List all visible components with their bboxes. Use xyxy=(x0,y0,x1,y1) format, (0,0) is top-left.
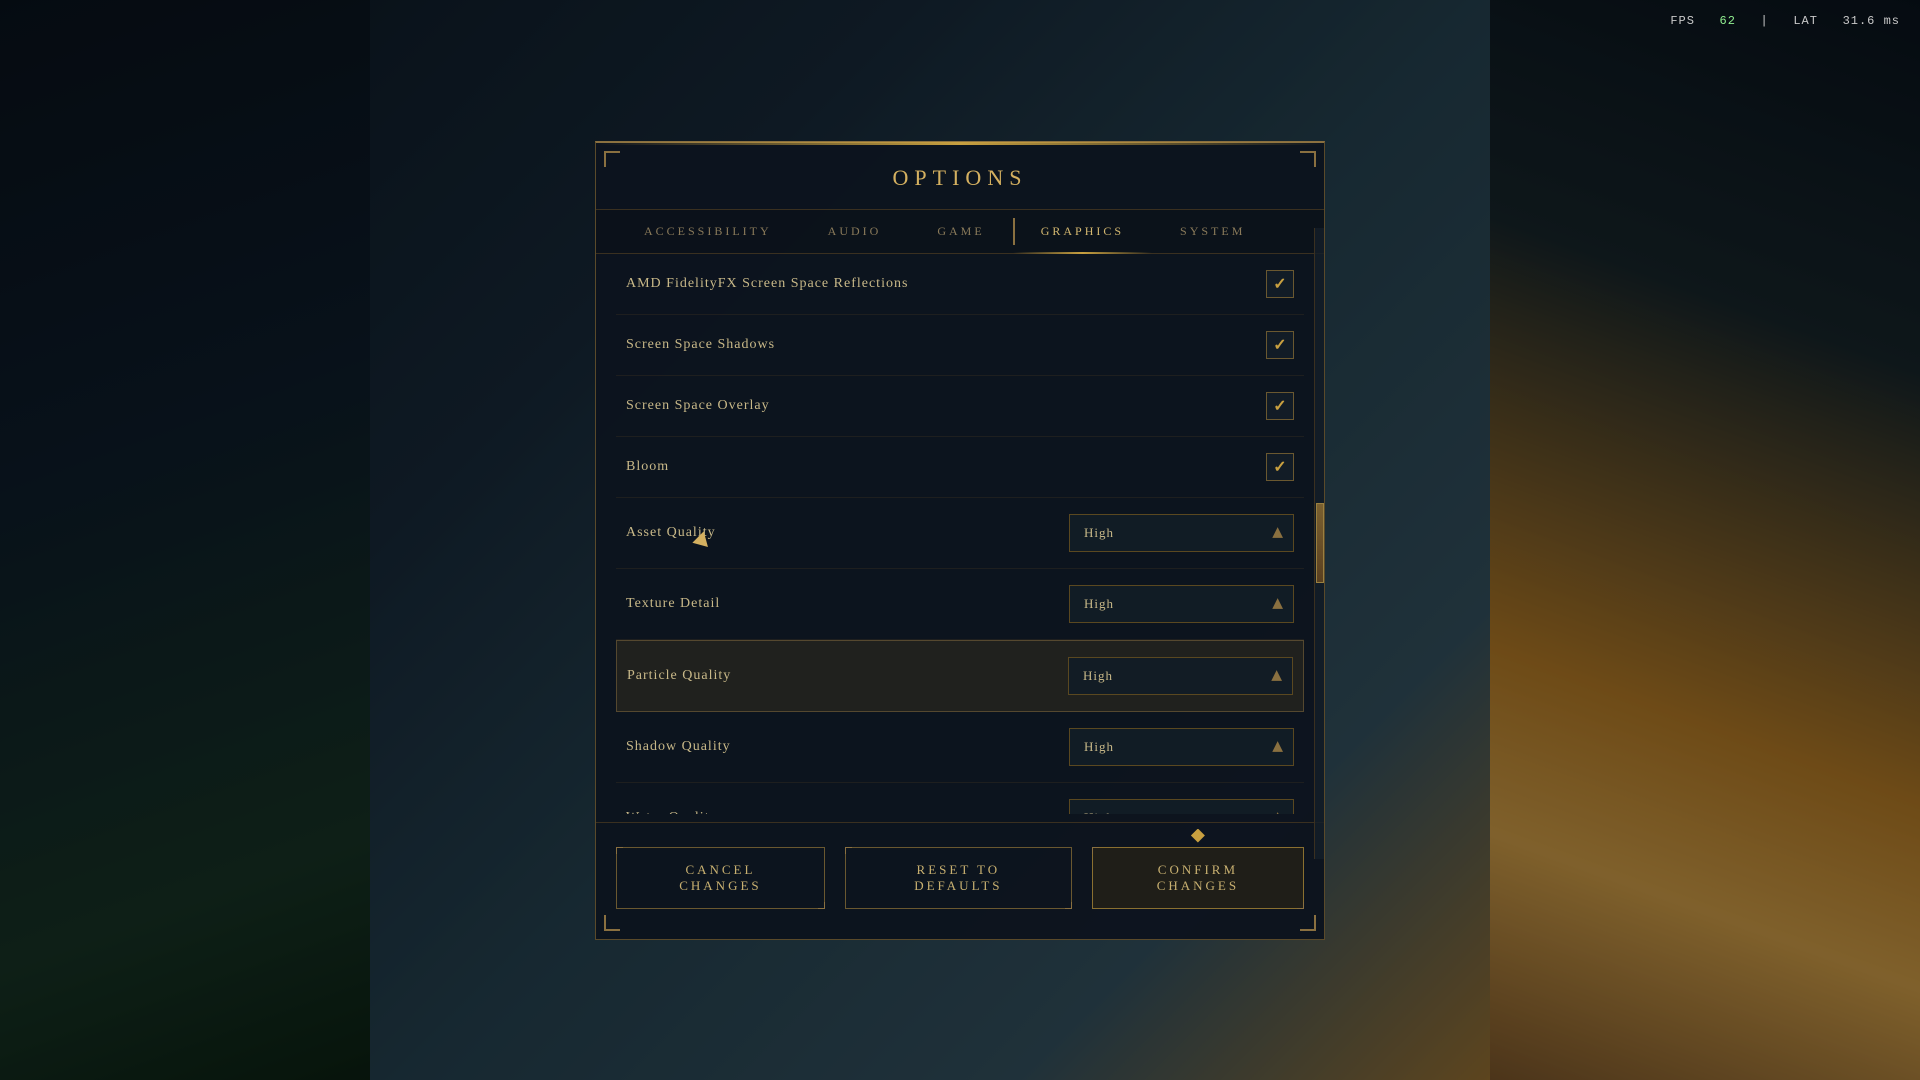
checkbox-bloom[interactable] xyxy=(1266,453,1294,481)
setting-label-particle-quality: Particle Quality xyxy=(627,668,731,684)
tab-game[interactable]: GAME xyxy=(909,210,1012,253)
setting-row-amd-fidelityfx: AMD FidelityFX Screen Space Reflections xyxy=(616,254,1304,315)
checkbox-amd-fidelityfx[interactable] xyxy=(1266,270,1294,298)
setting-row-screen-space-shadows: Screen Space Shadows xyxy=(616,315,1304,376)
options-modal: OPTIONS ACCESSIBILITY AUDIO GAME GRAPHIC… xyxy=(595,141,1325,940)
setting-control-screen-space-overlay xyxy=(1266,392,1294,420)
modal-title: OPTIONS xyxy=(596,143,1324,210)
setting-control-texture-detail: High ◀ xyxy=(1069,585,1294,623)
modal-footer: CANCEL CHANGES RESET TO DEFAULTS CONFIRM… xyxy=(596,822,1324,919)
checkbox-screen-space-overlay[interactable] xyxy=(1266,392,1294,420)
setting-control-bloom xyxy=(1266,453,1294,481)
setting-control-particle-quality: High ◀ xyxy=(1068,657,1293,695)
dropdown-value-texture-detail: High xyxy=(1084,596,1114,612)
confirm-button[interactable]: CONFIRM CHANGES xyxy=(1092,847,1304,909)
chevron-down-icon-asset-quality: ◀ xyxy=(1269,527,1286,538)
corner-tr xyxy=(1300,151,1316,167)
setting-row-asset-quality: Asset Quality High ◀ xyxy=(616,498,1304,569)
reset-button[interactable]: RESET TO DEFAULTS xyxy=(845,847,1072,909)
cancel-button[interactable]: CANCEL CHANGES xyxy=(616,847,825,909)
fps-label: FPS xyxy=(1670,14,1695,28)
setting-label-asset-quality: Asset Quality xyxy=(626,525,716,541)
setting-control-screen-space-shadows xyxy=(1266,331,1294,359)
dropdown-value-particle-quality: High xyxy=(1083,668,1113,684)
setting-label-shadow-quality: Shadow Quality xyxy=(626,739,731,755)
tab-system[interactable]: SYSTEM xyxy=(1152,210,1273,253)
dropdown-shadow-quality[interactable]: High ◀ xyxy=(1069,728,1294,766)
chevron-down-icon-particle-quality: ◀ xyxy=(1268,670,1285,681)
setting-label-water-quality: Water Quality xyxy=(626,810,718,814)
modal-backdrop: OPTIONS ACCESSIBILITY AUDIO GAME GRAPHIC… xyxy=(0,0,1920,1080)
setting-control-shadow-quality: High ◀ xyxy=(1069,728,1294,766)
checkbox-screen-space-shadows[interactable] xyxy=(1266,331,1294,359)
setting-control-asset-quality: High ◀ xyxy=(1069,514,1294,552)
dropdown-water-quality[interactable]: High ◀ xyxy=(1069,799,1294,814)
setting-control-water-quality: High ◀ xyxy=(1069,799,1294,814)
tab-graphics[interactable]: GRAPHICS xyxy=(1013,210,1152,253)
setting-label-amd-fidelityfx: AMD FidelityFX Screen Space Reflections xyxy=(626,276,908,292)
dropdown-asset-quality[interactable]: High ◀ xyxy=(1069,514,1294,552)
fps-value: 62 xyxy=(1720,14,1736,28)
setting-label-screen-space-overlay: Screen Space Overlay xyxy=(626,398,770,414)
confirm-button-wrap: CONFIRM CHANGES xyxy=(1092,847,1304,909)
setting-row-water-quality: Water Quality High ◀ xyxy=(616,783,1304,814)
setting-row-bloom: Bloom xyxy=(616,437,1304,498)
corner-bl xyxy=(604,915,620,931)
dropdown-value-asset-quality: High xyxy=(1084,525,1114,541)
setting-label-bloom: Bloom xyxy=(626,459,669,475)
settings-list: AMD FidelityFX Screen Space Reflections … xyxy=(596,254,1324,814)
setting-label-screen-space-shadows: Screen Space Shadows xyxy=(626,337,775,353)
lat-label: LAT xyxy=(1793,14,1818,28)
chevron-down-icon-shadow-quality: ◀ xyxy=(1269,741,1286,752)
setting-row-shadow-quality: Shadow Quality High ◀ xyxy=(616,712,1304,783)
dropdown-texture-detail[interactable]: High ◀ xyxy=(1069,585,1294,623)
tabs-container: ACCESSIBILITY AUDIO GAME GRAPHICS SYSTEM xyxy=(596,210,1324,254)
diamond-decoration xyxy=(1191,829,1205,843)
setting-row-screen-space-overlay: Screen Space Overlay xyxy=(616,376,1304,437)
lat-value: 31.6 ms xyxy=(1843,14,1900,28)
chevron-down-icon-water-quality: ◀ xyxy=(1269,812,1286,813)
tab-audio[interactable]: AUDIO xyxy=(800,210,910,253)
tab-accessibility[interactable]: ACCESSIBILITY xyxy=(616,210,800,253)
dropdown-value-water-quality: High xyxy=(1084,810,1114,814)
corner-tl xyxy=(604,151,620,167)
setting-control-amd-fidelityfx xyxy=(1266,270,1294,298)
scrollbar-thumb[interactable] xyxy=(1316,503,1324,583)
dropdown-value-shadow-quality: High xyxy=(1084,739,1114,755)
setting-row-particle-quality: Particle Quality High ◀ xyxy=(616,640,1304,712)
setting-label-texture-detail: Texture Detail xyxy=(626,596,720,612)
fps-counter: FPS 62 | LAT 31.6 ms xyxy=(1670,14,1900,28)
chevron-down-icon-texture-detail: ◀ xyxy=(1269,598,1286,609)
corner-br xyxy=(1300,915,1316,931)
dropdown-particle-quality[interactable]: High ◀ xyxy=(1068,657,1293,695)
scrollbar[interactable] xyxy=(1314,228,1324,859)
setting-row-texture-detail: Texture Detail High ◀ xyxy=(616,569,1304,640)
